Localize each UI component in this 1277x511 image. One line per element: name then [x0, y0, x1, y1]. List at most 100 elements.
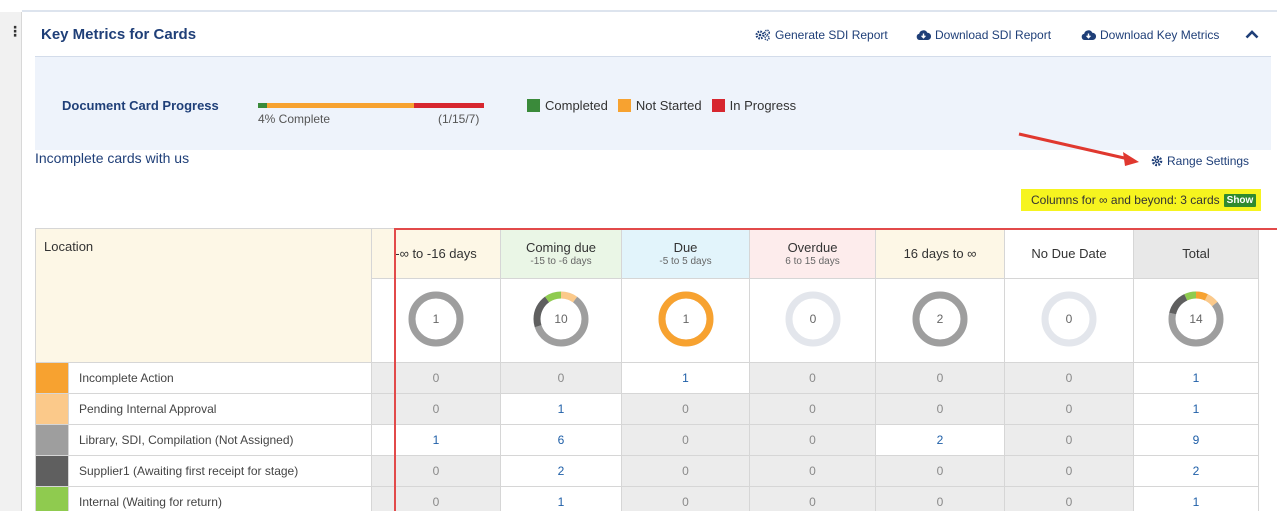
panel-header: Key Metrics for Cards Generate SDI Repor… [23, 12, 1273, 56]
legend-label: Not Started [635, 98, 702, 113]
table-cell-count[interactable]: 1 [1133, 393, 1259, 425]
table-cell-count: 0 [875, 455, 1005, 487]
donut-total: 0 [809, 312, 816, 326]
legend-item-completed: Completed [527, 98, 608, 113]
table-row: Pending Internal Approval 0 1 0 0 0 0 1 [35, 393, 1259, 425]
donut-chart: 1 [408, 291, 464, 347]
donut-cell: 14 [1133, 278, 1259, 363]
app-frame: ⋮ Key Metrics for Cards Generate SDI Rep… [0, 0, 1277, 511]
table-cell-count[interactable]: 2 [1133, 455, 1259, 487]
table-row: Supplier1 (Awaiting first receipt for st… [35, 455, 1259, 487]
table-cell-count: 0 [371, 362, 501, 394]
chevron-up-icon [1245, 30, 1259, 39]
collapse-button[interactable] [1245, 27, 1259, 42]
donut-cell: 2 [875, 278, 1005, 363]
cloud-download-icon [916, 30, 931, 40]
column-header-range: -5 to 5 days [659, 256, 712, 267]
hidden-columns-notice: Columns for ∞ and beyond: 3 cards Show [1021, 189, 1261, 211]
kebab-icon[interactable]: ⋮ [8, 24, 22, 38]
progress-not-started-segment [267, 103, 414, 108]
download-key-metrics-link[interactable]: Download Key Metrics [1081, 28, 1219, 42]
table-cell-count: 0 [749, 486, 876, 511]
donut-cell: 10 [500, 278, 622, 363]
table-cell-count: 0 [1004, 486, 1134, 511]
generate-sdi-report-link[interactable]: Generate SDI Report [755, 28, 888, 42]
table-cell-count[interactable]: 1 [1133, 486, 1259, 511]
column-header[interactable]: No Due Date [1004, 228, 1134, 279]
column-header-label: -∞ to -16 days [395, 246, 477, 261]
table-cell-count[interactable]: 1 [621, 362, 750, 394]
table-cell-count: 0 [875, 362, 1005, 394]
table-cell-count: 0 [875, 393, 1005, 425]
donut-cell: 0 [1004, 278, 1134, 363]
column-header[interactable]: Due -5 to 5 days [621, 228, 750, 279]
table-cell-count[interactable]: 1 [500, 393, 622, 425]
donut-chart: 1 [658, 291, 713, 347]
download-sdi-report-link[interactable]: Download SDI Report [916, 28, 1051, 42]
table-cell-count[interactable]: 9 [1133, 424, 1259, 456]
table-cell-count[interactable]: 1 [500, 486, 622, 511]
table-cell-count[interactable]: 1 [371, 424, 501, 456]
progress-in-progress-segment [413, 103, 484, 108]
donut-cell: 1 [621, 278, 750, 363]
column-header-range: -15 to -6 days [530, 256, 592, 267]
table-row: Internal (Waiting for return) 0 1 0 0 0 0 1 [35, 486, 1259, 511]
donut-total: 10 [554, 312, 568, 326]
table-cell-count: 0 [749, 455, 876, 487]
row-color-swatch [35, 393, 69, 425]
column-header-label: Due [673, 240, 698, 255]
row-label: Pending Internal Approval [68, 393, 372, 425]
table-cell-count: 0 [621, 455, 750, 487]
donut-chart: 14 [1168, 291, 1224, 347]
donut-total: 14 [1189, 312, 1203, 326]
show-button[interactable]: Show [1223, 193, 1257, 207]
donut-cell: 0 [749, 278, 876, 363]
progress-ratio: (1/15/7) [438, 112, 480, 126]
row-label: Library, SDI, Compilation (Not Assigned) [68, 424, 372, 456]
gears-icon [755, 29, 771, 41]
column-header-label: Coming due [525, 240, 597, 255]
download-key-metrics-label: Download Key Metrics [1100, 28, 1220, 42]
legend-label: Completed [545, 98, 608, 113]
section-title: Incomplete cards with us [35, 150, 190, 166]
panel-title: Key Metrics for Cards [41, 26, 197, 43]
column-header-label: Total [1182, 246, 1210, 261]
row-label: Internal (Waiting for return) [68, 486, 372, 511]
table-row: Library, SDI, Compilation (Not Assigned)… [35, 424, 1259, 456]
progress-legend: Completed Not Started In Progress [527, 98, 796, 113]
column-header[interactable]: Overdue 6 to 15 days [749, 228, 876, 279]
donut-chart: 0 [785, 291, 840, 347]
donut-cell: 1 [371, 278, 501, 363]
donut-total: 2 [937, 312, 944, 326]
table-cell-count: 0 [371, 455, 501, 487]
row-color-swatch [35, 486, 69, 511]
row-label: Supplier1 (Awaiting first receipt for st… [68, 455, 372, 487]
table-cell-count: 0 [621, 486, 750, 511]
metrics-table: Location -∞ to -16 days Coming due -15 to … [35, 228, 1259, 511]
drag-handle[interactable]: ⋮ [0, 12, 22, 511]
table-cell-count: 0 [749, 393, 876, 425]
row-label: Incomplete Action [68, 362, 372, 394]
column-header[interactable]: Coming due -15 to -6 days [500, 228, 622, 279]
table-cell-count: 0 [621, 393, 750, 425]
table-cell-count: 0 [500, 362, 622, 394]
key-metrics-panel: Key Metrics for Cards Generate SDI Repor… [23, 12, 1277, 511]
column-header[interactable]: Total [1133, 228, 1259, 279]
table-cell-count: 0 [371, 393, 501, 425]
progress-percent: 4% Complete [258, 112, 331, 126]
table-row: Incomplete Action 0 0 1 0 0 0 1 [35, 362, 1259, 394]
range-settings-link[interactable]: Range Settings [1151, 154, 1249, 168]
progress-completed-segment [258, 103, 268, 108]
table-cell-count[interactable]: 2 [875, 424, 1005, 456]
generate-sdi-report-label: Generate SDI Report [775, 28, 888, 42]
legend-item-in-progress: In Progress [711, 98, 797, 113]
legend-label: In Progress [729, 98, 797, 113]
column-header[interactable]: 16 days to ∞ [875, 228, 1005, 279]
table-cell-count[interactable]: 2 [500, 455, 622, 487]
table-cell-count[interactable]: 1 [1133, 362, 1259, 394]
column-header[interactable]: -∞ to -16 days [371, 228, 501, 279]
progress-bar [258, 103, 484, 108]
table-cell-count: 0 [1004, 455, 1134, 487]
column-header-label: Overdue [787, 240, 838, 255]
table-cell-count[interactable]: 6 [500, 424, 622, 456]
